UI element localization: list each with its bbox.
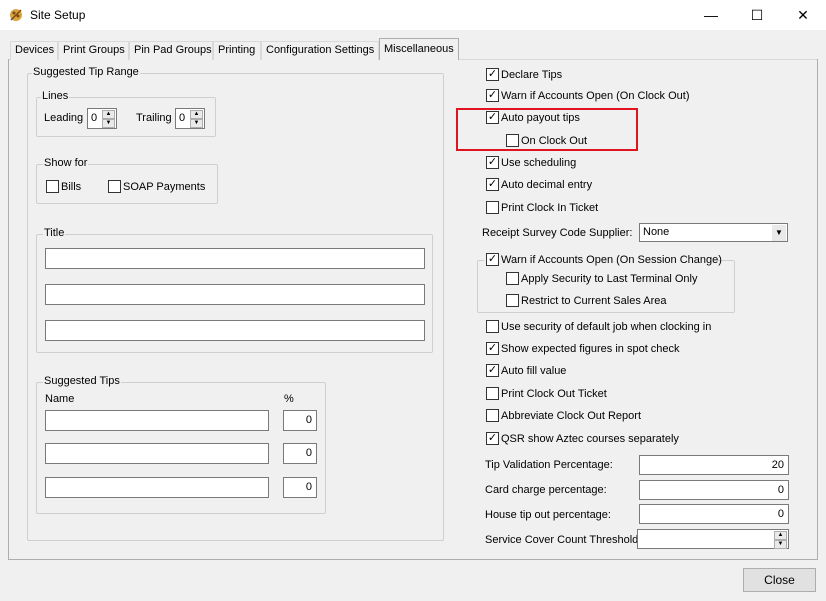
- print-clock-in-ticket-checkbox[interactable]: [486, 201, 499, 214]
- tab-pin-pad-groups[interactable]: Pin Pad Groups: [129, 41, 213, 60]
- auto-decimal-entry-label: Auto decimal entry: [501, 179, 593, 191]
- name-column-header: Name: [45, 393, 75, 405]
- print-clock-in-ticket-label: Print Clock In Ticket: [501, 202, 599, 214]
- show-expected-figures-label: Show expected figures in spot check: [501, 343, 680, 355]
- auto-decimal-entry-checkbox[interactable]: ✓: [486, 178, 499, 191]
- receipt-survey-label: Receipt Survey Code Supplier:: [482, 227, 633, 239]
- auto-payout-tips-label: Auto payout tips: [501, 112, 580, 124]
- tip-percent-input[interactable]: 0: [283, 443, 317, 464]
- leading-spin-buttons[interactable]: ▲ ▼: [102, 110, 115, 128]
- declare-tips-label: Declare Tips: [501, 69, 563, 81]
- apply-security-last-terminal-label: Apply Security to Last Terminal Only: [521, 273, 698, 285]
- minimize-button[interactable]: —: [688, 0, 734, 30]
- percent-column-header: %: [284, 393, 294, 405]
- tab-miscellaneous[interactable]: Miscellaneous: [379, 38, 459, 60]
- tab-print-groups[interactable]: Print Groups: [58, 41, 129, 60]
- qsr-aztec-courses-checkbox[interactable]: ✓: [486, 432, 499, 445]
- leading-label: Leading: [44, 112, 84, 124]
- house-tip-input[interactable]: 0: [639, 504, 789, 524]
- tab-printing[interactable]: Printing: [213, 41, 261, 60]
- declare-tips-checkbox[interactable]: ✓: [486, 68, 499, 81]
- receipt-survey-dropdown[interactable]: None ▼: [639, 223, 788, 242]
- maximize-button[interactable]: ☐: [734, 0, 780, 30]
- auto-fill-value-checkbox[interactable]: ✓: [486, 364, 499, 377]
- warn-session-change-checkbox[interactable]: ✓: [486, 253, 499, 266]
- print-clock-out-ticket-checkbox[interactable]: [486, 387, 499, 400]
- show-expected-figures-checkbox[interactable]: ✓: [486, 342, 499, 355]
- use-scheduling-checkbox[interactable]: ✓: [486, 156, 499, 169]
- auto-payout-tips-checkbox[interactable]: ✓: [486, 111, 499, 124]
- tip-name-input[interactable]: [45, 410, 269, 431]
- service-cover-spin-buttons[interactable]: ▲ ▼: [774, 531, 787, 549]
- tip-name-input[interactable]: [45, 443, 269, 464]
- tip-name-input[interactable]: [45, 477, 269, 498]
- abbreviate-clock-out-label: Abbreviate Clock Out Report: [501, 410, 642, 422]
- trailing-label: Trailing: [136, 112, 172, 124]
- lines-label: Lines: [41, 90, 70, 102]
- receipt-survey-value: None: [643, 226, 670, 238]
- leading-value: 0: [91, 112, 98, 124]
- service-cover-spinner[interactable]: ▲ ▼: [637, 529, 789, 549]
- auto-fill-value-label: Auto fill value: [501, 365, 567, 377]
- show-for-label: Show for: [43, 157, 89, 169]
- apply-security-last-terminal-checkbox[interactable]: [506, 272, 519, 285]
- bills-label: Bills: [61, 181, 82, 193]
- title-label: Title: [43, 227, 66, 239]
- suggested-tips-label: Suggested Tips: [43, 375, 121, 387]
- tip-validation-label: Tip Validation Percentage:: [485, 459, 613, 471]
- restrict-sales-area-checkbox[interactable]: [506, 294, 519, 307]
- tab-devices[interactable]: Devices: [10, 41, 58, 60]
- house-tip-label: House tip out percentage:: [485, 509, 611, 521]
- trailing-spin-buttons[interactable]: ▲ ▼: [190, 110, 203, 128]
- tab-configuration-settings[interactable]: Configuration Settings: [261, 41, 379, 60]
- on-clock-out-checkbox[interactable]: [506, 134, 519, 147]
- tip-validation-input[interactable]: 20: [639, 455, 789, 475]
- card-charge-label: Card charge percentage:: [485, 484, 607, 496]
- warn-accounts-clock-out-label: Warn if Accounts Open (On Clock Out): [501, 90, 690, 102]
- tip-percent-input[interactable]: 0: [283, 477, 317, 498]
- bills-checkbox[interactable]: [46, 180, 59, 193]
- abbreviate-clock-out-checkbox[interactable]: [486, 409, 499, 422]
- leading-spinner[interactable]: 0 ▲ ▼: [87, 108, 117, 129]
- on-clock-out-label: On Clock Out: [521, 135, 588, 147]
- suggested-tip-range-label: Suggested Tip Range: [32, 66, 140, 78]
- use-security-default-job-checkbox[interactable]: [486, 320, 499, 333]
- warn-accounts-clock-out-checkbox[interactable]: ✓: [486, 89, 499, 102]
- soap-payments-label: SOAP Payments: [123, 181, 206, 193]
- title-line-1-input[interactable]: [45, 248, 425, 269]
- title-line-3-input[interactable]: [45, 320, 425, 341]
- qsr-aztec-courses-label: QSR show Aztec courses separately: [501, 433, 679, 445]
- tip-percent-input[interactable]: 0: [283, 410, 317, 431]
- window-title: Site Setup: [30, 8, 86, 22]
- trailing-value: 0: [179, 112, 186, 124]
- chevron-down-icon[interactable]: ▼: [772, 225, 786, 241]
- service-cover-label: Service Cover Count Threshold:: [485, 534, 642, 546]
- use-security-default-job-label: Use security of default job when clockin…: [501, 321, 712, 333]
- use-scheduling-label: Use scheduling: [501, 157, 577, 169]
- close-window-button[interactable]: ✕: [780, 0, 826, 30]
- print-clock-out-ticket-label: Print Clock Out Ticket: [501, 388, 607, 400]
- title-line-2-input[interactable]: [45, 284, 425, 305]
- trailing-spinner[interactable]: 0 ▲ ▼: [175, 108, 205, 129]
- card-charge-input[interactable]: 0: [639, 480, 789, 500]
- warn-session-change-label: Warn if Accounts Open (On Session Change…: [501, 254, 722, 266]
- restrict-sales-area-label: Restrict to Current Sales Area: [521, 295, 667, 307]
- soap-payments-checkbox[interactable]: [108, 180, 121, 193]
- close-button[interactable]: Close: [743, 568, 816, 592]
- app-icon: [8, 7, 24, 23]
